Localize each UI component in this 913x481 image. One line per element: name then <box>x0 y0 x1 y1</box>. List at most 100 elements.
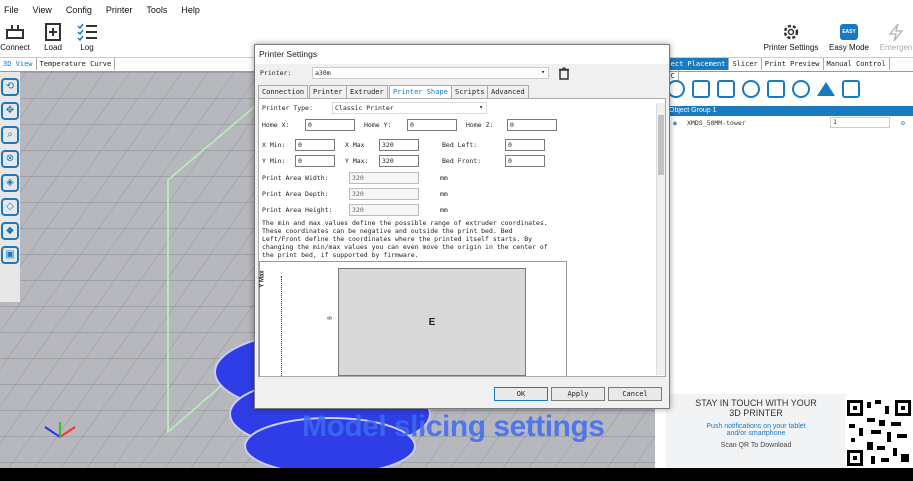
tab-print-preview[interactable]: Print Preview <box>762 58 824 70</box>
help-text: The min and max values define the possib… <box>262 219 548 259</box>
help-line: These coordinates can be negative and ou… <box>262 227 513 235</box>
dialog-title: Printer Settings <box>255 45 669 64</box>
help-line: Left/Front define the coordinates where … <box>262 235 533 243</box>
easy-mode-button[interactable]: EASY Easy Mode <box>826 22 872 52</box>
menu-printer[interactable]: Printer <box>106 5 133 15</box>
tab-scripts[interactable]: Scripts <box>451 85 489 98</box>
x-min-input[interactable]: 0 <box>295 139 335 151</box>
promo-line2: 3D PRINTER <box>729 408 783 418</box>
center-object-icon[interactable] <box>742 80 760 98</box>
copy-object-icon[interactable] <box>692 80 710 98</box>
depth-label: Print Area Depth: <box>262 190 329 198</box>
menu-help[interactable]: Help <box>181 5 200 15</box>
trash-icon[interactable] <box>558 67 570 80</box>
apply-button[interactable]: Apply <box>551 387 605 401</box>
object-tool-row <box>655 72 913 106</box>
help-line: the print bed, if supported by firmware. <box>262 251 419 259</box>
printer-select[interactable]: a30m ▾ <box>312 67 549 79</box>
printer-settings-dialog: Printer Settings Printer: a30m ▾ Connect… <box>254 44 670 409</box>
x-max-input[interactable]: 320 <box>379 139 419 151</box>
printer-type-value: Classic Printer <box>335 104 394 112</box>
tab-temperature-curve[interactable]: Temperature Curve <box>37 58 116 70</box>
emergency-icon <box>888 23 904 42</box>
tab-slicer[interactable]: Slicer <box>729 58 762 70</box>
gear-icon <box>783 24 799 40</box>
home-y-label: Home Y: <box>364 121 392 129</box>
list-icon <box>77 23 97 42</box>
home-x-input[interactable]: 0 <box>305 119 355 131</box>
printer-select-value: a30m <box>315 69 331 77</box>
menu-tools[interactable]: Tools <box>146 5 167 15</box>
home-z-input[interactable]: 0 <box>507 119 557 131</box>
printer-settings-label: Printer Settings <box>763 43 819 52</box>
panel-scrollbar[interactable] <box>656 103 665 375</box>
bed-front-label: Bed Front: <box>442 157 482 165</box>
object-settings-icon[interactable]: ⚙ <box>901 116 905 130</box>
diagram-tick: B <box>327 316 334 320</box>
scrollbar-thumb[interactable] <box>658 115 664 175</box>
layers-icon[interactable]: ▣ <box>1 246 19 264</box>
log-label: Log <box>80 43 94 52</box>
load-label: Load <box>44 43 62 52</box>
menu-view[interactable]: View <box>33 5 52 15</box>
object-count[interactable]: 1 <box>830 117 890 128</box>
object-group-header[interactable]: Object Group 1 <box>655 106 913 116</box>
cancel-button[interactable]: Cancel <box>608 387 662 401</box>
iso-view-icon[interactable]: ◈ <box>1 174 19 192</box>
scale-icon[interactable] <box>767 80 785 98</box>
left-tab-bar: 3D View Temperature Curve <box>0 58 255 72</box>
connect-label: Connect <box>0 43 30 52</box>
bed-left-input[interactable]: 0 <box>505 139 545 151</box>
y-max-input[interactable]: 320 <box>379 155 419 167</box>
ok-button[interactable]: OK <box>494 387 548 401</box>
depth-unit: mm <box>440 190 448 198</box>
tab-advanced[interactable]: Advanced <box>487 85 529 98</box>
eye-icon[interactable]: ◉ <box>673 116 677 130</box>
tab-extruder[interactable]: Extruder <box>346 85 388 98</box>
object-name: XMDS_50MM-tower <box>687 119 746 127</box>
easy-mode-label: Easy Mode <box>828 43 870 52</box>
width-input[interactable]: 320 <box>349 172 419 184</box>
emergency-button[interactable]: Emergen <box>876 22 913 52</box>
diagram-axis-line <box>281 276 282 376</box>
home-y-input[interactable]: 0 <box>407 119 457 131</box>
promo-line1: STAY IN TOUCH WITH YOUR <box>695 398 817 408</box>
object-row[interactable]: ◉ XMDS_50MM-tower 1 ⚙ <box>655 116 913 130</box>
printer-settings-button[interactable]: Printer Settings <box>760 22 822 52</box>
bed-diagram: Y Max B E <box>259 261 567 376</box>
menu-file[interactable]: File <box>4 5 19 15</box>
add-file-icon <box>45 23 61 41</box>
help-line: The min and max values define the possib… <box>262 219 548 227</box>
depth-input[interactable]: 320 <box>349 188 419 200</box>
move-view-icon[interactable]: ✥ <box>1 102 19 120</box>
menu-config[interactable]: Config <box>66 5 92 15</box>
promo-box: STAY IN TOUCH WITH YOUR 3D PRINTER Push … <box>666 394 846 468</box>
tab-connection[interactable]: Connection <box>258 85 309 98</box>
height-input[interactable]: 320 <box>349 204 419 216</box>
y-min-input[interactable]: 0 <box>295 155 335 167</box>
rotate-view-icon[interactable]: ⟲ <box>1 78 19 96</box>
tab-printer-shape[interactable]: Printer Shape <box>389 85 452 99</box>
load-button[interactable]: Load <box>40 22 66 52</box>
autoposition-icon[interactable] <box>717 80 735 98</box>
front-view-icon[interactable]: ◇ <box>1 198 19 216</box>
mirror-icon[interactable] <box>842 80 860 98</box>
tab-printer[interactable]: Printer <box>309 85 347 98</box>
log-button[interactable]: Log <box>74 22 100 52</box>
rotate-object-icon[interactable] <box>792 80 810 98</box>
fit-view-icon[interactable]: ⊗ <box>1 150 19 168</box>
tab-manual-control[interactable]: Manual Control <box>824 58 890 70</box>
height-unit: mm <box>440 206 448 214</box>
tab-3d-view[interactable]: 3D View <box>0 58 37 70</box>
zoom-icon[interactable]: ⌕ <box>1 126 19 144</box>
connect-button[interactable]: Connect <box>0 22 30 52</box>
bed-front-input[interactable]: 0 <box>505 155 545 167</box>
multi-view-icon[interactable]: ◆ <box>1 222 19 240</box>
printer-type-select[interactable]: Classic Printer ▾ <box>332 102 487 114</box>
cut-icon[interactable] <box>817 82 835 96</box>
y-min-label: Y Min: <box>262 157 286 165</box>
right-tab-bar: Object Placement Slicer Print Preview Manua… <box>655 58 913 82</box>
height-label: Print Area Height: <box>262 206 333 214</box>
qr-code[interactable] <box>845 398 913 468</box>
x-max-label: X Max <box>345 141 365 149</box>
